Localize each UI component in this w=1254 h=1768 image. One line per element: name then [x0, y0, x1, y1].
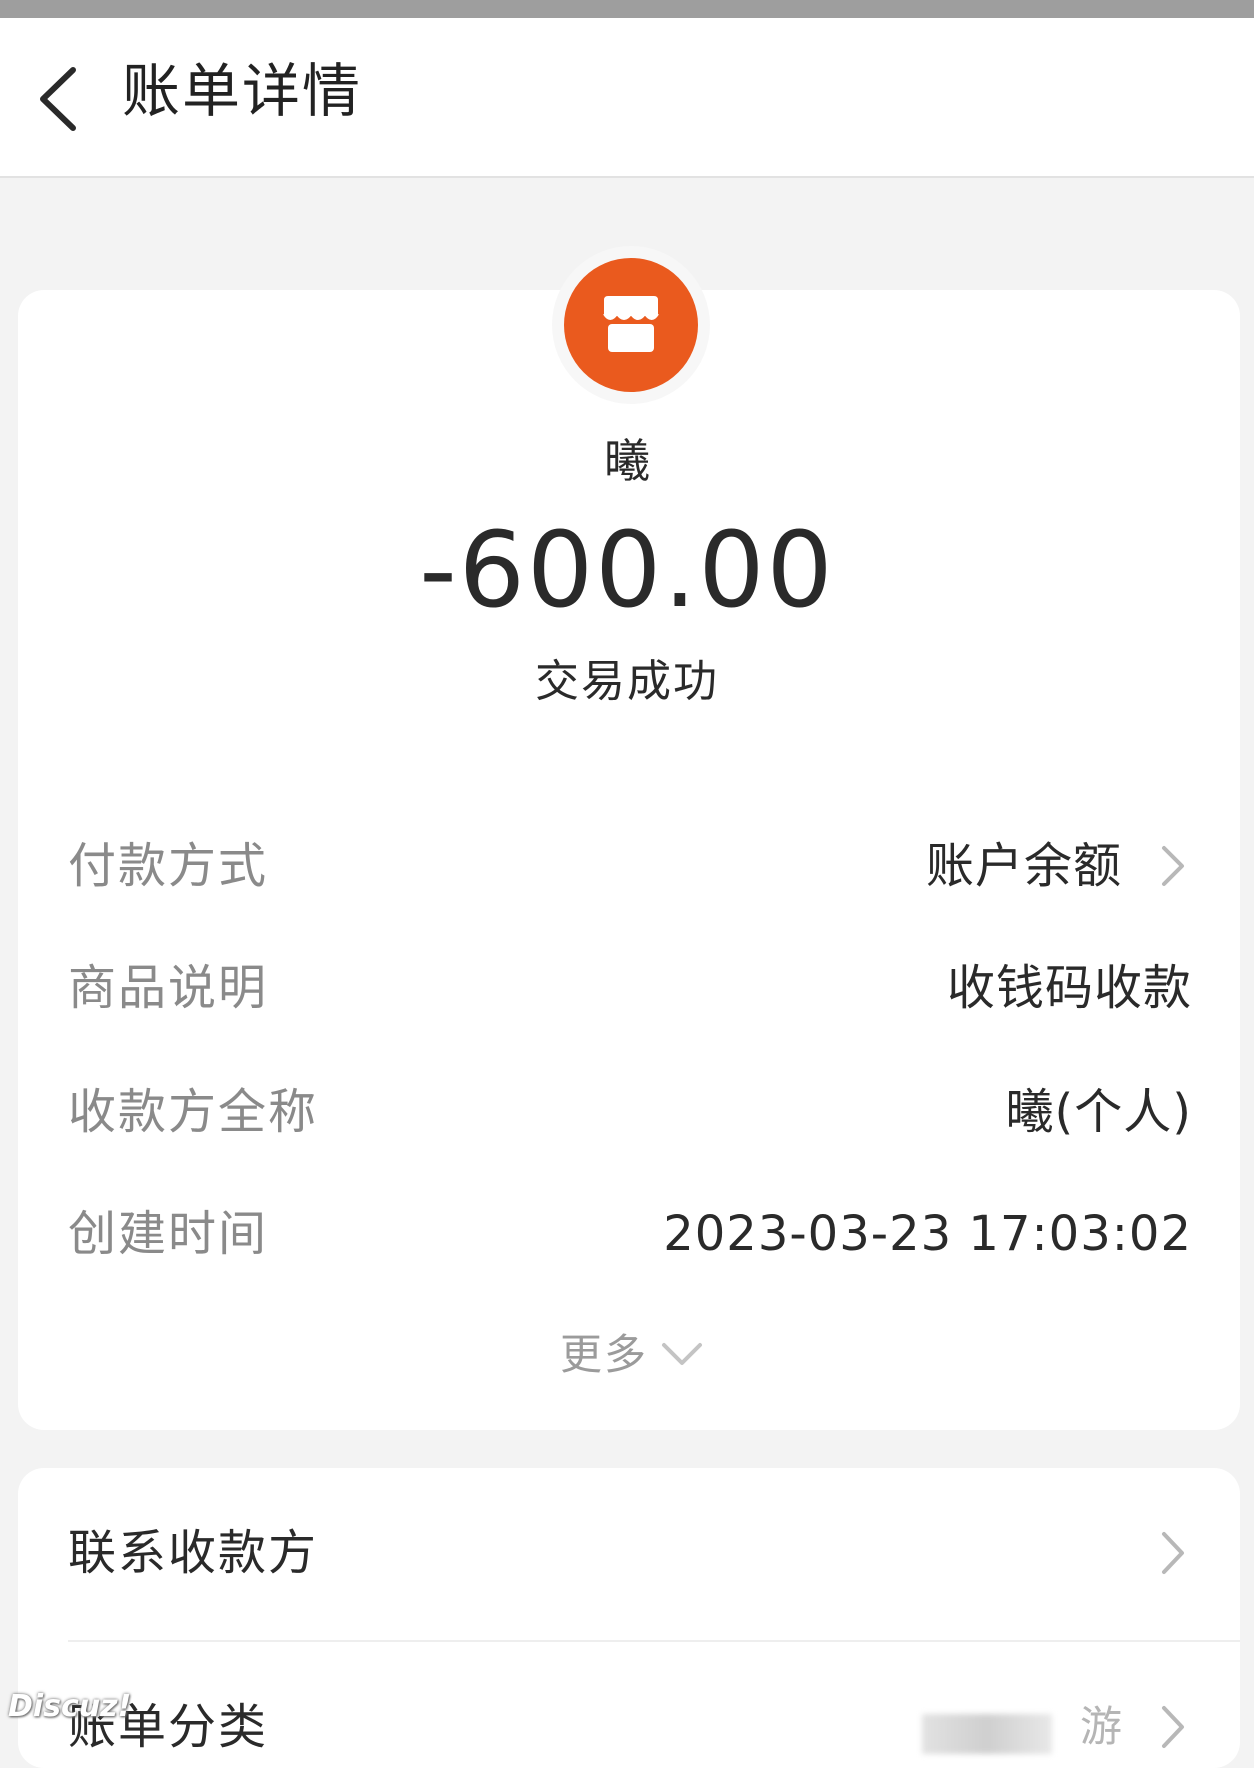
- action-value: 游: [1079, 1702, 1122, 1751]
- chevron-right-icon: [1162, 846, 1184, 886]
- detail-value: 2023-03-23 17:03:02: [663, 1206, 1192, 1262]
- detail-value: 曦(个人): [1005, 1084, 1192, 1140]
- bill-category-row[interactable]: 账单分类 游: [68, 1692, 1192, 1762]
- detail-row-payee-name: 收款方全称 曦(个人): [68, 1082, 1192, 1142]
- chevron-right-icon: [1162, 1532, 1184, 1574]
- storefront-icon: [564, 258, 698, 392]
- blurred-content: [922, 1714, 1052, 1754]
- detail-label: 商品说明: [68, 960, 269, 1016]
- more-toggle[interactable]: 更多: [560, 1330, 704, 1380]
- detail-label: 付款方式: [68, 838, 269, 894]
- transaction-status: 交易成功: [535, 656, 719, 707]
- detail-label: 收款方全称: [68, 1084, 319, 1140]
- contact-payee-row[interactable]: 联系收款方: [68, 1518, 1192, 1588]
- status-bar: [0, 0, 1254, 18]
- detail-value: 收钱码收款: [946, 960, 1192, 1016]
- detail-value: 账户余额: [925, 838, 1122, 894]
- chevron-right-icon: [1162, 1706, 1184, 1748]
- action-label: 联系收款方: [68, 1525, 319, 1581]
- detail-row-created-time: 创建时间 2023-03-23 17:03:02: [68, 1204, 1192, 1264]
- app-header: 账单详情: [0, 18, 1254, 178]
- transaction-amount: -600.00: [419, 509, 835, 631]
- detail-label: 创建时间: [68, 1206, 269, 1262]
- watermark: Discuz!: [8, 1689, 132, 1724]
- divider: [68, 1640, 1240, 1642]
- page-title: 账单详情: [122, 57, 363, 125]
- detail-row-payment-method[interactable]: 付款方式 账户余额: [68, 836, 1192, 896]
- detail-row-description: 商品说明 收钱码收款: [68, 958, 1192, 1018]
- chevron-left-icon: [40, 67, 76, 131]
- back-button[interactable]: [22, 64, 92, 134]
- chevron-down-icon: [662, 1343, 703, 1365]
- merchant-name: 曦: [604, 434, 650, 488]
- more-label: 更多: [560, 1330, 649, 1379]
